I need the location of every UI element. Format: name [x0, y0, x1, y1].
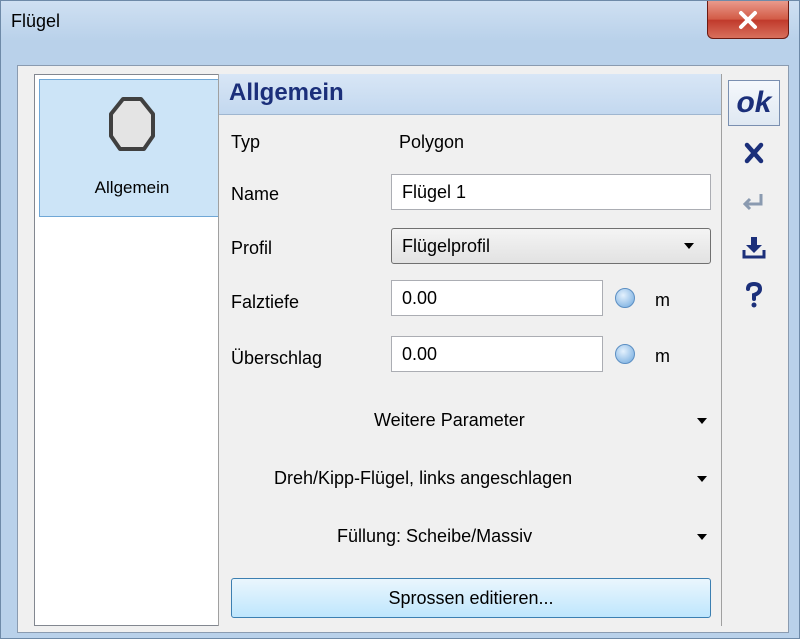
octagon-icon	[109, 97, 155, 151]
cancel-x-icon	[744, 142, 764, 164]
close-button[interactable]	[707, 1, 789, 39]
right-toolbar: ok	[724, 74, 784, 626]
dialog-window: Flügel Allgemein Allgemein Typ Polygon N…	[0, 0, 800, 639]
sprossen-editieren-button[interactable]: Sprossen editieren...	[231, 578, 711, 618]
chevron-down-icon	[697, 534, 707, 540]
help-icon	[746, 281, 763, 308]
panel-header: Allgemein	[219, 74, 721, 115]
ueberschlag-spin-icon[interactable]	[615, 344, 635, 364]
help-button[interactable]	[728, 272, 780, 318]
dialog-client: Allgemein Allgemein Typ Polygon Name Flü…	[17, 65, 789, 633]
profil-label: Profil	[231, 238, 273, 258]
ueberschlag-label: Überschlag	[231, 348, 323, 368]
profil-select[interactable]: Flügelprofil	[391, 228, 711, 264]
name-label: Name	[231, 184, 280, 204]
properties-panel: Allgemein Typ Polygon Name Flügel 1 Prof…	[218, 74, 722, 626]
chevron-down-icon	[697, 476, 707, 482]
falztiefe-spin-icon[interactable]	[615, 288, 635, 308]
category-label: Allgemein	[94, 178, 170, 197]
ok-label: ok	[736, 86, 772, 119]
typ-label: Typ	[231, 132, 261, 152]
falztiefe-unit: m	[655, 290, 670, 310]
category-list: Allgemein	[34, 74, 230, 626]
section-label: Füllung: Scheibe/Massiv	[337, 526, 533, 546]
category-item-allgemein[interactable]: Allgemein	[39, 79, 225, 217]
chevron-down-icon	[684, 243, 694, 249]
close-icon	[739, 10, 757, 29]
ueberschlag-field[interactable]: 0.00	[391, 336, 603, 372]
falztiefe-field[interactable]: 0.00	[391, 280, 603, 316]
ueberschlag-unit: m	[655, 346, 670, 366]
falztiefe-label: Falztiefe	[231, 292, 300, 312]
ok-button[interactable]: ok	[728, 80, 780, 126]
window-title: Flügel	[11, 11, 61, 31]
profil-value: Flügelprofil	[402, 236, 491, 256]
name-field[interactable]: Flügel 1	[391, 174, 711, 210]
chevron-down-icon	[697, 418, 707, 424]
download-tray-icon	[742, 237, 766, 259]
section-label: Weitere Parameter	[374, 410, 525, 430]
section-fuellung[interactable]: Füllung: Scheibe/Massiv	[219, 516, 723, 556]
panel-title: Allgemein	[229, 79, 344, 106]
section-weitere-parameter[interactable]: Weitere Parameter	[219, 400, 723, 440]
section-dreh-kipp[interactable]: Dreh/Kipp-Flügel, links angeschlagen	[219, 458, 723, 498]
section-label: Dreh/Kipp-Flügel, links angeschlagen	[274, 468, 573, 488]
typ-value: Polygon	[399, 132, 465, 152]
apply-button[interactable]	[728, 178, 780, 224]
enter-arrow-icon	[742, 194, 763, 211]
cancel-button[interactable]	[728, 130, 780, 176]
import-button[interactable]	[728, 224, 780, 270]
